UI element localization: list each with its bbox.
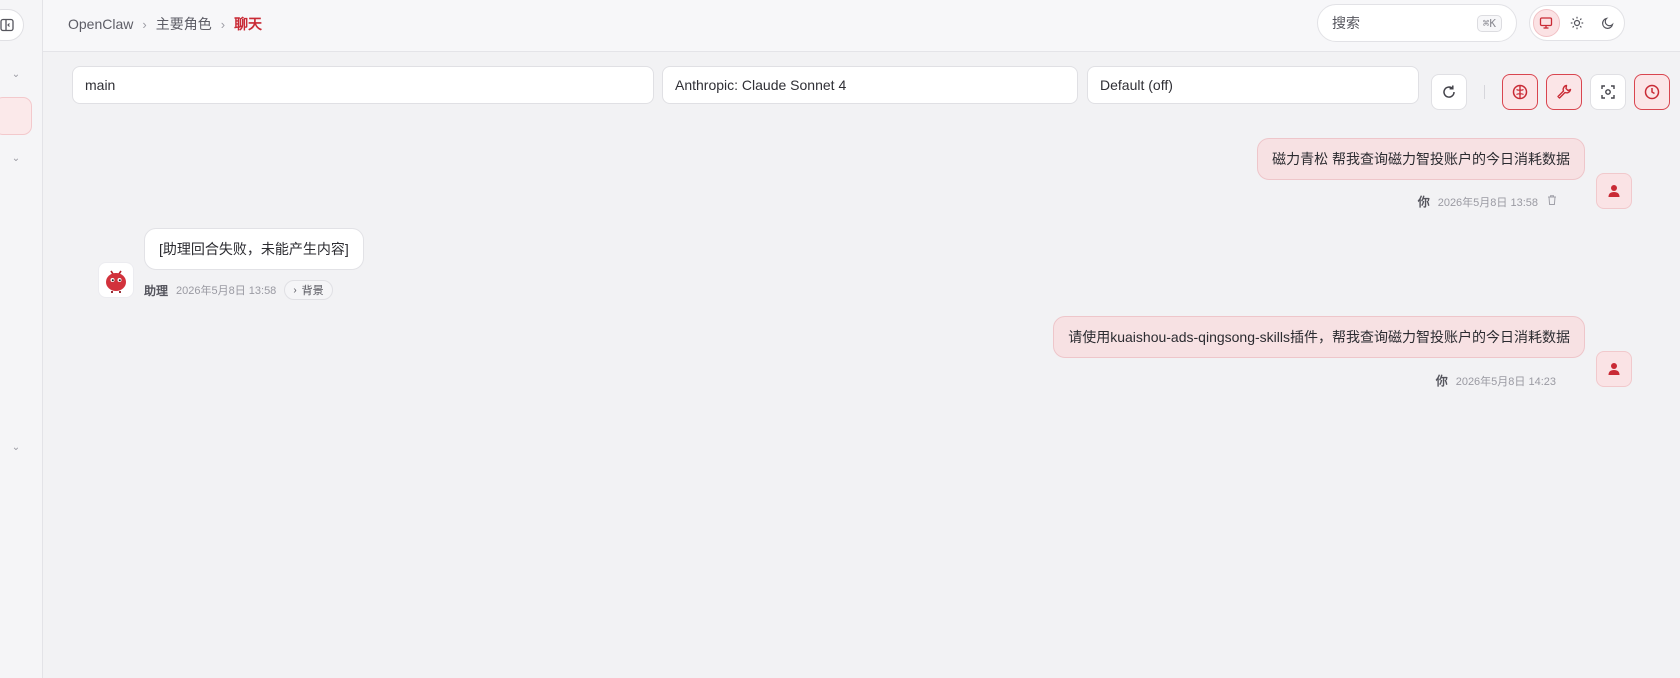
context-toggle-button[interactable]: › 背景 [284,280,333,300]
wrench-icon [1557,84,1572,99]
assistant-message-bubble: [助理回合失败，未能产生内容] [144,228,364,270]
message-author: 你 [1435,374,1448,388]
chevron-down-icon[interactable]: ⌄ [11,70,21,80]
search-label: 搜索 [1332,15,1360,31]
clock-icon [1644,84,1660,100]
message-meta: 你 2026年5月8日 14:23 [1436,372,1556,389]
sidebar-rail: ⌄ ⌄ ⌄ [0,0,43,678]
breadcrumb-section[interactable]: 主要角色 [156,14,212,34]
toolbar-divider [1484,85,1485,99]
monitor-icon [1540,17,1553,29]
thinking-select[interactable]: Default (off) [1087,66,1419,104]
person-icon [1608,363,1620,375]
breadcrumb-separator: › [142,16,147,32]
sidebar-item-active[interactable] [0,97,32,135]
search-shortcut: ⌘K [1476,14,1502,32]
context-label: 背景 [301,285,324,297]
refresh-icon [1443,85,1455,98]
user-avatar [1596,351,1632,387]
search-box[interactable]: 搜索 ⌘K [1317,4,1517,42]
person-icon [1608,185,1620,197]
message-author: 你 [1417,195,1430,209]
assistant-avatar [98,262,134,298]
message-author: 助理 [144,283,169,298]
model-select[interactable]: Anthropic: Claude Sonnet 4 [662,66,1078,104]
sidebar-toggle-icon [0,18,14,32]
theme-switcher [1529,5,1625,41]
breadcrumb-root[interactable]: OpenClaw [68,16,133,32]
breadcrumb-separator: › [220,16,226,32]
user-avatar [1596,173,1632,209]
brain-icon [1512,84,1528,100]
sun-icon [1570,16,1584,30]
message-timestamp: 2026年5月8日 13:58 [1437,196,1538,209]
theme-dark-button[interactable] [1594,9,1621,37]
message-timestamp: 2026年5月8日 13:58 [176,285,277,297]
message-timestamp: 2026年5月8日 14:23 [1455,375,1556,388]
history-button[interactable] [1634,74,1670,110]
chevron-down-icon[interactable]: ⌄ [11,443,21,453]
session-select[interactable]: main [72,66,654,104]
chevron-down-icon[interactable]: ⌄ [11,154,21,164]
mascot-icon [106,270,126,293]
user-message-bubble: 请使用kuaishou-ads-qingsong-skills插件，帮我查询磁力… [1053,316,1585,358]
chevron-right-icon: › [293,284,297,296]
tools-toggle-button[interactable] [1546,74,1582,110]
theme-system-button[interactable] [1533,9,1560,37]
breadcrumb: OpenClaw › 主要角色 › 聊天 [68,14,262,34]
moon-icon [1601,17,1614,29]
focus-mode-button[interactable] [1590,74,1626,110]
trash-icon [1548,195,1556,205]
user-message-bubble: 磁力青松 帮我查询磁力智投账户的今日消耗数据 [1257,138,1585,180]
focus-icon [1601,85,1615,99]
sidebar-toggle-button[interactable] [0,9,24,41]
delete-message-button[interactable] [1546,194,1558,209]
breadcrumb-current: 聊天 [234,16,263,32]
thinking-toggle-button[interactable] [1502,74,1538,110]
refresh-button[interactable] [1431,74,1467,110]
theme-light-button[interactable] [1564,9,1591,37]
message-meta: 你 2026年5月8日 13:58 [1418,193,1558,210]
message-meta: 助理 2026年5月8日 13:58 › 背景 [144,280,333,300]
